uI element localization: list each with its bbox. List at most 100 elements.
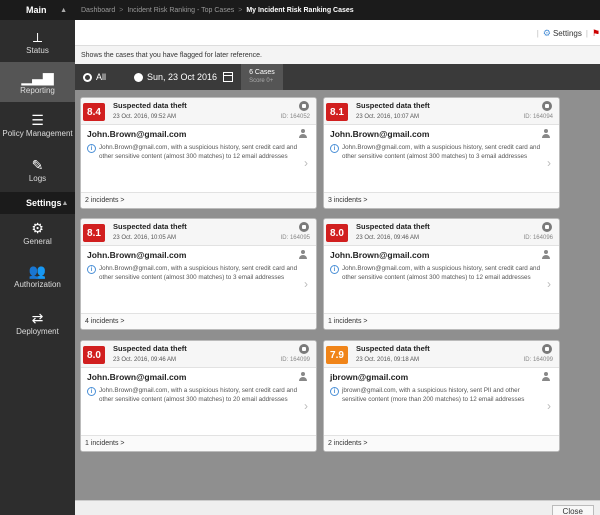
case-card[interactable]: 8.4 Suspected data theft 23 Oct. 2016, 0… — [80, 97, 317, 209]
case-time: 23 Oct. 2016, 09:46 AM — [113, 357, 177, 363]
case-user[interactable]: John.Brown@gmail.com — [87, 250, 186, 260]
person-icon[interactable] — [299, 372, 307, 381]
flagged-toggle-icon[interactable] — [299, 101, 309, 111]
toolbar: | ⚙ Settings | ⚑ — [75, 20, 600, 46]
case-card[interactable]: 8.0 Suspected data theft 23 Oct. 2016, 0… — [80, 340, 317, 452]
sidebar-item-label: Policy Management — [2, 128, 73, 138]
incidents-link[interactable]: 2 incidents > — [81, 192, 316, 208]
incidents-link[interactable]: 3 incidents > — [324, 192, 559, 208]
close-button[interactable]: Close — [551, 505, 594, 515]
settings-icon[interactable]: ⚙ — [543, 28, 551, 39]
sidebar-section-settings-label: Settings — [26, 198, 62, 208]
chevron-right-icon[interactable]: › — [547, 156, 551, 170]
risk-score-badge: 8.0 — [326, 224, 348, 242]
case-description: John.Brown@gmail.com, with a suspicious … — [342, 144, 541, 160]
sidebar-item-logs[interactable]: ✎ Logs — [0, 148, 75, 192]
incidents-link[interactable]: 1 incidents > — [81, 435, 316, 451]
case-count-sub: Score 0+ — [249, 78, 274, 84]
flagged-toggle-icon[interactable] — [542, 344, 552, 354]
case-id: ID: 164094 — [523, 114, 553, 120]
sidebar-item-reporting[interactable]: ▁▃▆ Reporting — [0, 62, 75, 102]
sidebar-item-general[interactable]: ⚙ General — [0, 214, 75, 252]
sidebar-item-label: Deployment — [16, 326, 59, 336]
sidebar-section-main[interactable]: Main ▲ — [0, 0, 75, 20]
case-card-header: 8.1 Suspected data theft 23 Oct. 2016, 1… — [81, 219, 316, 246]
person-icon[interactable] — [542, 250, 550, 259]
incidents-link[interactable]: 2 incidents > — [324, 435, 559, 451]
breadcrumb-link-dashboard[interactable]: Dashboard — [81, 7, 115, 14]
case-time: 23 Oct. 2016, 09:18 AM — [356, 357, 420, 363]
chevron-up-icon: ▲ — [60, 6, 67, 14]
risk-score-badge: 8.4 — [83, 103, 105, 121]
case-card[interactable]: 8.1 Suspected data theft 23 Oct. 2016, 1… — [80, 218, 317, 330]
case-card-header: 8.0 Suspected data theft 23 Oct. 2016, 0… — [324, 219, 559, 246]
case-type: Suspected data theft — [356, 101, 430, 110]
filter-all-radio[interactable]: All — [83, 72, 106, 82]
sidebar-item-label: Reporting — [20, 85, 55, 95]
flag-icon[interactable]: ⚑ — [592, 28, 600, 39]
case-user[interactable]: jbrown@gmail.com — [330, 372, 408, 382]
info-icon: i — [87, 265, 96, 274]
sidebar-item-label: Status — [26, 45, 49, 55]
risk-score-badge: 8.0 — [83, 346, 105, 364]
incidents-link[interactable]: 1 incidents > — [324, 313, 559, 329]
info-icon: i — [330, 265, 339, 274]
gear-icon: ⚙ — [31, 219, 44, 236]
chevron-right-icon[interactable]: › — [304, 156, 308, 170]
flagged-toggle-icon[interactable] — [299, 344, 309, 354]
info-icon: i — [330, 144, 339, 153]
person-icon[interactable] — [299, 129, 307, 138]
flagged-toggle-icon[interactable] — [299, 222, 309, 232]
flagged-toggle-icon[interactable] — [542, 101, 552, 111]
case-card-header: 8.0 Suspected data theft 23 Oct. 2016, 0… — [81, 341, 316, 368]
person-icon[interactable] — [299, 250, 307, 259]
case-time: 23 Oct. 2016, 10:07 AM — [356, 114, 420, 120]
case-card[interactable]: 8.1 Suspected data theft 23 Oct. 2016, 1… — [323, 97, 560, 209]
sidebar-item-authorization[interactable]: 👥 Authorization — [0, 252, 75, 300]
page-title: My Incident Risk Ranking Cases — [246, 6, 354, 14]
case-time: 23 Oct. 2016, 09:46 AM — [356, 235, 420, 241]
case-user[interactable]: John.Brown@gmail.com — [330, 250, 429, 260]
sidebar-item-deployment[interactable]: ⇄ Deployment — [0, 300, 75, 346]
settings-button[interactable]: Settings — [553, 29, 582, 38]
case-id: ID: 164095 — [280, 235, 310, 241]
person-icon[interactable] — [542, 129, 550, 138]
cases-grid: 8.4 Suspected data theft 23 Oct. 2016, 0… — [75, 90, 600, 500]
case-id: ID: 164099 — [523, 357, 553, 363]
case-user[interactable]: John.Brown@gmail.com — [87, 129, 186, 139]
flagged-toggle-icon[interactable] — [542, 222, 552, 232]
breadcrumb: Dashboard > Incident Risk Ranking - Top … — [75, 0, 600, 20]
breadcrumb-link-top-cases[interactable]: Incident Risk Ranking - Top Cases — [127, 7, 234, 14]
filter-all-label: All — [96, 72, 107, 82]
filter-date-radio[interactable]: Sun, 23 Oct 2016 — [134, 72, 234, 82]
incidents-link[interactable]: 4 incidents > — [81, 313, 316, 329]
case-user[interactable]: John.Brown@gmail.com — [87, 372, 186, 382]
chevron-right-icon[interactable]: › — [304, 277, 308, 291]
info-icon: i — [87, 387, 96, 396]
sidebar-section-main-label: Main — [26, 5, 47, 15]
sidebar-item-policy-management[interactable]: ☰ Policy Management — [0, 102, 75, 148]
calendar-icon[interactable] — [223, 72, 234, 82]
case-user[interactable]: John.Brown@gmail.com — [330, 129, 429, 139]
sidebar: Main ▲ ⟂ Status ▁▃▆ Reporting ☰ Policy M… — [0, 0, 75, 515]
chevron-right-icon[interactable]: › — [547, 277, 551, 291]
case-description: jbrown@gmail.com, with a suspicious hist… — [342, 387, 525, 403]
breadcrumb-separator: > — [238, 6, 243, 14]
policy-list-icon: ☰ — [31, 111, 44, 128]
case-card-header: 8.4 Suspected data theft 23 Oct. 2016, 0… — [81, 98, 316, 125]
divider: | — [536, 29, 539, 38]
case-card-header: 7.9 Suspected data theft 23 Oct. 2016, 0… — [324, 341, 559, 368]
sidebar-item-label: Logs — [28, 173, 47, 183]
breadcrumb-separator: > — [119, 6, 124, 14]
case-card[interactable]: 8.0 Suspected data theft 23 Oct. 2016, 0… — [323, 218, 560, 330]
chevron-right-icon[interactable]: › — [547, 399, 551, 413]
person-icon[interactable] — [542, 372, 550, 381]
chevron-right-icon[interactable]: › — [304, 399, 308, 413]
sidebar-section-settings[interactable]: Settings ▲ — [0, 192, 75, 214]
page-description: Shows the cases that you have flagged fo… — [75, 46, 600, 64]
case-type: Suspected data theft — [113, 101, 187, 110]
case-card[interactable]: 7.9 Suspected data theft 23 Oct. 2016, 0… — [323, 340, 560, 452]
bar-chart-icon: ▁▃▆ — [21, 68, 54, 85]
sidebar-item-status[interactable]: ⟂ Status — [0, 22, 75, 62]
case-time: 23 Oct. 2016, 09:52 AM — [113, 114, 177, 120]
